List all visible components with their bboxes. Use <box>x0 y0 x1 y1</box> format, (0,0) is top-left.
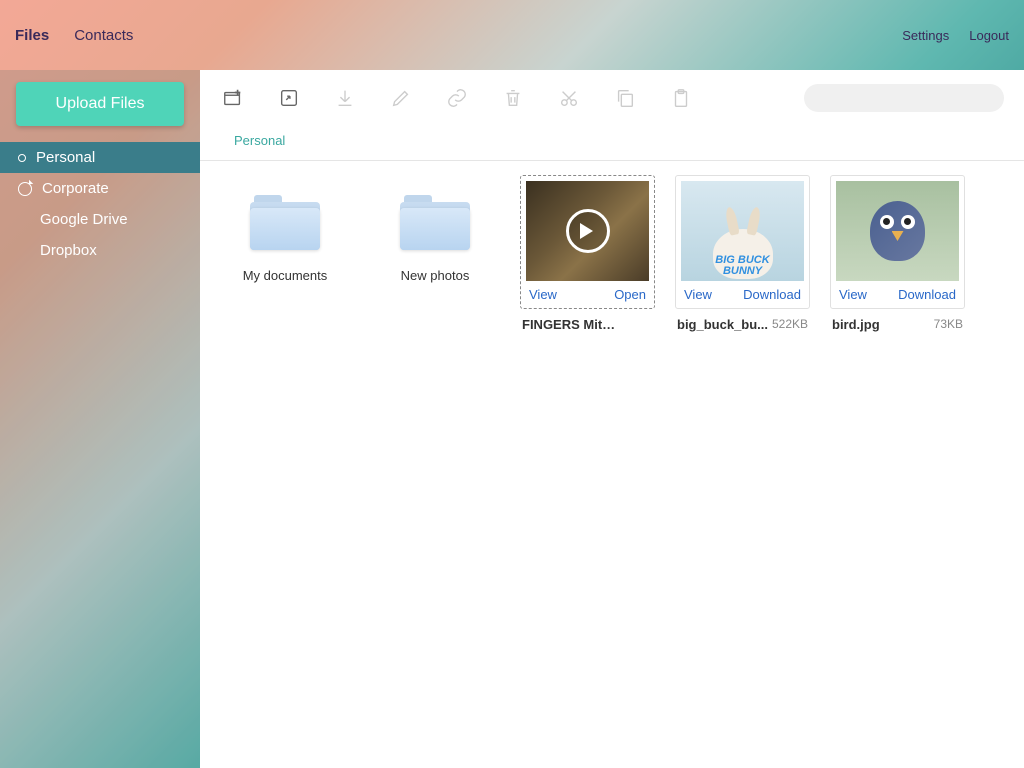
sidebar-item-dropbox[interactable]: Dropbox <box>0 235 200 266</box>
file-name: FINGERS Mitchell C... <box>522 317 617 332</box>
download-link[interactable]: Download <box>743 287 801 302</box>
refresh-icon <box>18 182 32 196</box>
download-button[interactable] <box>332 85 358 111</box>
view-link[interactable]: View <box>529 287 557 302</box>
download-link[interactable]: Download <box>898 287 956 302</box>
nav-files[interactable]: Files <box>15 27 49 44</box>
play-icon <box>566 209 610 253</box>
paste-button[interactable] <box>668 85 694 111</box>
header: Files Contacts Settings Logout <box>0 0 1024 70</box>
folder-label: New photos <box>370 268 500 283</box>
file-card[interactable]: View Download <box>830 175 965 309</box>
file-size: 522KB <box>772 317 808 332</box>
folder-icon <box>250 195 320 250</box>
edit-button[interactable] <box>388 85 414 111</box>
folder-icon <box>400 195 470 250</box>
settings-link[interactable]: Settings <box>902 28 949 43</box>
sidebar-item-personal[interactable]: Personal <box>0 142 200 173</box>
view-link[interactable]: View <box>839 287 867 302</box>
link-button[interactable] <box>444 85 470 111</box>
open-link[interactable]: Open <box>614 287 646 302</box>
file-item[interactable]: BIG BUCKBUNNY View Download big_buck_bu.… <box>675 175 810 332</box>
file-grid: My documents New photos View Open FINGER… <box>200 161 1024 346</box>
logout-link[interactable]: Logout <box>969 28 1009 43</box>
folder-item[interactable]: New photos <box>370 175 500 283</box>
folder-item[interactable]: My documents <box>220 175 350 283</box>
share-button[interactable] <box>276 85 302 111</box>
sidebar-item-label: Google Drive <box>40 211 128 228</box>
file-card[interactable]: BIG BUCKBUNNY View Download <box>675 175 810 309</box>
copy-button[interactable] <box>612 85 638 111</box>
sidebar: Upload Files Personal Corporate Google D… <box>0 70 200 768</box>
cut-button[interactable] <box>556 85 582 111</box>
file-size: 73KB <box>934 317 963 332</box>
nav-primary: Files Contacts <box>15 27 133 44</box>
sidebar-item-label: Dropbox <box>40 242 97 259</box>
new-folder-button[interactable] <box>220 85 246 111</box>
delete-button[interactable] <box>500 85 526 111</box>
sidebar-item-label: Personal <box>36 149 95 166</box>
toolbar <box>200 70 1024 126</box>
main-panel: Personal My documents New photos View Op… <box>200 70 1024 768</box>
upload-button[interactable]: Upload Files <box>16 82 184 126</box>
folder-label: My documents <box>220 268 350 283</box>
search-box[interactable] <box>804 84 1004 112</box>
folder-tree: Personal Corporate Google Drive Dropbox <box>0 142 200 266</box>
nav-secondary: Settings Logout <box>902 28 1009 43</box>
file-name: big_buck_bu... <box>677 317 768 332</box>
nav-contacts[interactable]: Contacts <box>74 27 133 44</box>
search-input[interactable] <box>820 91 996 106</box>
breadcrumb-current[interactable]: Personal <box>234 133 285 148</box>
bullet-icon <box>18 154 26 162</box>
sidebar-item-label: Corporate <box>42 180 109 197</box>
thumbnail: BIG BUCKBUNNY <box>676 181 809 281</box>
file-name: bird.jpg <box>832 317 880 332</box>
breadcrumb: Personal <box>200 126 1024 161</box>
view-link[interactable]: View <box>684 287 712 302</box>
sidebar-item-corporate[interactable]: Corporate <box>0 173 200 204</box>
thumbnail <box>831 181 964 281</box>
thumbnail <box>521 181 654 281</box>
sidebar-item-gdrive[interactable]: Google Drive <box>0 204 200 235</box>
file-item[interactable]: View Download bird.jpg 73KB <box>830 175 965 332</box>
file-card[interactable]: View Open <box>520 175 655 309</box>
file-item[interactable]: View Open FINGERS Mitchell C... <box>520 175 655 332</box>
